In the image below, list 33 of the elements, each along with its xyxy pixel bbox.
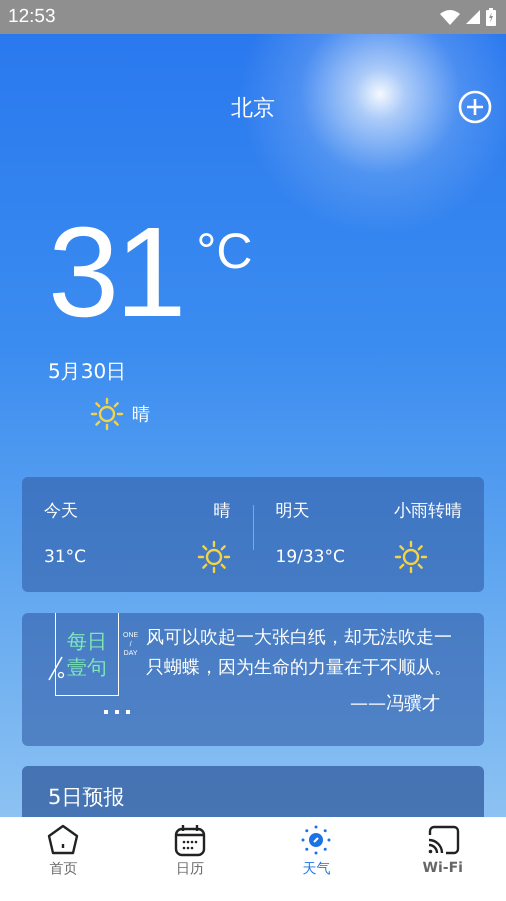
day-label: 明天 <box>276 500 310 522</box>
status-time: 12:53 <box>8 6 56 28</box>
temperature-unit: °C <box>196 222 252 280</box>
wifi-icon <box>440 9 460 25</box>
nav-tab[interactable]: Wi-Fi <box>380 817 506 901</box>
add-city-button[interactable] <box>458 90 492 124</box>
condition-text: 小雨转晴 <box>394 500 462 522</box>
dots-icon <box>104 710 130 716</box>
calendar-icon <box>172 823 207 857</box>
condition-text: 晴 <box>132 403 150 426</box>
forecast-title: 5日预报 <box>48 784 124 811</box>
quote-author: ——冯骥才 <box>350 692 440 715</box>
compass-icon <box>299 823 334 857</box>
sun-icon <box>394 540 428 574</box>
battery-icon <box>486 8 496 26</box>
temperature: 31 <box>48 214 182 332</box>
badge-text: 每日 <box>67 629 107 653</box>
badge-text: 壹句 <box>67 655 107 679</box>
home-icon <box>46 823 80 857</box>
cast-icon <box>426 823 460 857</box>
nav-tab[interactable]: 天气 <box>253 817 380 901</box>
condition-text: 晴 <box>214 500 230 522</box>
temperature-range: 19/33°C <box>276 547 345 567</box>
nav-tab[interactable]: 日历 <box>126 817 253 901</box>
nav-tab[interactable]: 首页 <box>0 817 126 901</box>
temperature-range: 31°C <box>44 547 86 567</box>
city-title: 北京 <box>231 95 275 123</box>
sun-icon <box>90 397 124 431</box>
day-label: 今天 <box>44 500 78 522</box>
quote-text: 风可以吹起一大张白纸，却无法吹走一只蝴蝶，因为生命的力量在于不顺从。 <box>146 626 453 680</box>
signal-icon <box>466 10 480 24</box>
sun-icon <box>196 540 230 574</box>
date-text: 5月30日 <box>48 358 128 385</box>
